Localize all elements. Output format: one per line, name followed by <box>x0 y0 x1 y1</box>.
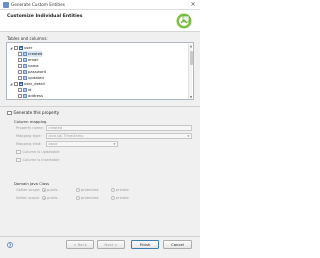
tree-item-label: updated <box>28 75 44 80</box>
next-button[interactable]: Next > <box>97 240 125 249</box>
tree-checkbox[interactable] <box>18 94 22 98</box>
tree-column-row[interactable]: address <box>18 93 43 99</box>
tree-checkbox[interactable] <box>14 46 18 50</box>
generate-property-row[interactable]: Generate this property <box>7 110 59 116</box>
tree-checkbox[interactable] <box>18 88 22 92</box>
getter-private-label: private <box>116 188 129 192</box>
mapping-kind-label: Mapping kind: <box>16 141 42 146</box>
tree-scrollbar[interactable]: ▲ ▼ <box>188 44 193 99</box>
tree-checkbox[interactable] <box>18 70 22 74</box>
setter-protected-label: protected <box>81 196 99 200</box>
column-icon <box>23 76 27 80</box>
window-title: Generate Custom Entities <box>11 2 65 7</box>
chevron-down-icon: ▼ <box>187 134 190 138</box>
tree-item-label: password <box>28 69 47 74</box>
tree-checkbox[interactable] <box>18 52 22 56</box>
tree-checkbox[interactable] <box>18 64 22 68</box>
updatable-row[interactable]: Column is updatable <box>16 149 60 155</box>
property-name-value: created <box>48 126 63 130</box>
getter-private-radio[interactable] <box>111 188 115 192</box>
tree-item-label: id <box>28 87 32 92</box>
column-icon <box>23 58 27 62</box>
column-icon <box>23 52 27 56</box>
insertable-row[interactable]: Column is insertable <box>16 157 59 163</box>
scroll-thumb[interactable] <box>189 51 193 65</box>
mapping-type-value: java.sql.Timestamp <box>48 134 84 138</box>
insertable-label: Column is insertable <box>22 158 60 162</box>
column-icon <box>23 88 27 92</box>
property-name-label: Property name: <box>16 125 44 130</box>
scroll-down-icon[interactable]: ▼ <box>189 95 193 99</box>
setter-scope-label: Setter scope: <box>16 196 40 200</box>
getter-protected-label: protected <box>81 188 99 192</box>
tree-checkbox[interactable] <box>14 82 18 86</box>
help-icon[interactable]: ? <box>7 242 13 248</box>
scroll-up-icon[interactable]: ▲ <box>189 44 193 48</box>
tree-item-label: user_detail <box>24 81 45 86</box>
tree-item-label: name <box>28 63 39 68</box>
column-icon <box>23 64 27 68</box>
getter-protected-radio[interactable] <box>76 188 80 192</box>
finish-button[interactable]: Finish <box>131 240 159 249</box>
generate-property-checkbox[interactable] <box>7 110 12 116</box>
title-bar: Generate Custom Entities ✕ <box>0 0 200 10</box>
table-icon <box>19 82 23 86</box>
domain-class-label: Domain Java Class <box>14 181 50 186</box>
wizard-logo-icon <box>176 13 192 29</box>
column-icon <box>23 94 27 98</box>
footer-divider <box>0 236 200 237</box>
tree-item-label: address <box>28 93 43 98</box>
getter-public-label: public <box>47 188 58 192</box>
dialog-window: Generate Custom Entities ✕ Customize Ind… <box>0 0 200 258</box>
tree-checkbox[interactable] <box>18 58 22 62</box>
generate-property-label: Generate this property <box>13 110 60 115</box>
mapping-kind-select[interactable]: basic ▼ <box>46 141 118 147</box>
setter-private-radio[interactable] <box>111 196 115 200</box>
getter-public-radio[interactable] <box>42 188 46 192</box>
updatable-label: Column is updatable <box>22 150 60 154</box>
property-name-field[interactable]: created <box>46 125 192 131</box>
insertable-checkbox[interactable] <box>16 157 21 163</box>
tree-item-label: email <box>28 57 39 62</box>
tree-item-label: created <box>28 51 43 56</box>
column-icon <box>23 70 27 74</box>
mapping-kind-value: basic <box>48 142 58 146</box>
setter-private-label: private <box>116 196 129 200</box>
updatable-checkbox[interactable] <box>16 149 21 155</box>
mapping-type-label: Mapping type: <box>16 133 42 138</box>
page-title: Customize Individual Entities <box>7 14 83 19</box>
mapping-type-select[interactable]: java.sql.Timestamp ▼ <box>46 133 192 139</box>
tree-item-label: user <box>24 45 33 50</box>
tree-checkbox[interactable] <box>18 76 22 80</box>
back-button[interactable]: < Back <box>66 240 94 249</box>
close-icon[interactable]: ✕ <box>189 1 197 9</box>
table-icon <box>19 46 23 50</box>
getter-scope-label: Getter scope: <box>16 188 41 192</box>
setter-public-radio[interactable] <box>42 196 46 200</box>
tables-columns-label: Tables and columns: <box>7 36 48 41</box>
column-mapping-label: Column mapping <box>14 119 47 124</box>
app-icon <box>3 2 9 8</box>
wizard-header: Customize Individual Entities <box>0 10 200 32</box>
divider <box>0 106 200 107</box>
setter-public-label: public <box>47 196 58 200</box>
tables-columns-tree[interactable]: ◢ user created email name password updated ◢ use… <box>6 42 194 100</box>
chevron-down-icon: ▼ <box>113 142 116 146</box>
cancel-button[interactable]: Cancel <box>163 240 192 249</box>
setter-protected-radio[interactable] <box>76 196 80 200</box>
